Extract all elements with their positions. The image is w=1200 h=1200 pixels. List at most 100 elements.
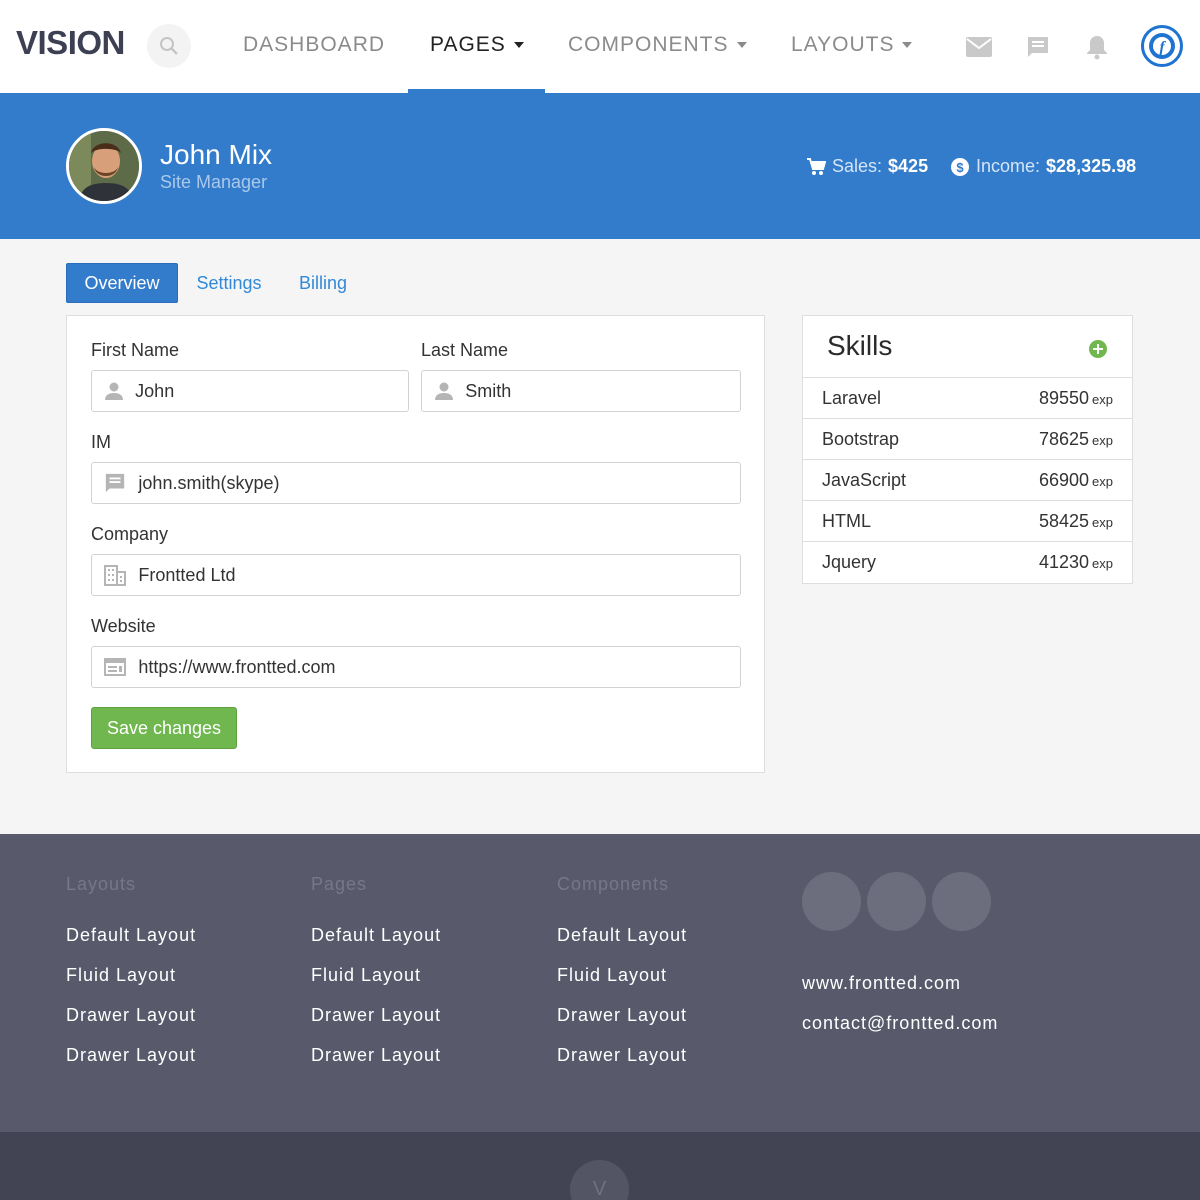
footer-link[interactable]: Drawer Layout — [557, 1005, 687, 1026]
nav-layouts[interactable]: LAYOUTS — [791, 30, 913, 60]
avatar — [66, 128, 142, 204]
skill-name: HTML — [822, 510, 871, 531]
tab-overview[interactable]: Overview — [66, 263, 178, 303]
last-name-field[interactable] — [421, 370, 741, 412]
social-button-2[interactable] — [867, 872, 926, 931]
im-label: IM — [91, 432, 111, 452]
website-field[interactable] — [91, 646, 741, 688]
footer-website-link[interactable]: www.frontted.com — [802, 973, 961, 994]
profile-name: John Mix — [160, 139, 273, 170]
chevron-down-icon — [736, 42, 747, 48]
skill-row: Jquery 41230 exp — [803, 541, 1132, 582]
income-stat: $ Income: $28,325.98 — [950, 156, 1136, 177]
nav-dashboard[interactable]: DASHBOARD — [243, 30, 385, 60]
footer-heading-layouts: Layouts — [66, 874, 137, 894]
skill-unit: exp — [1092, 391, 1113, 407]
skill-row: Bootstrap 78625 exp — [803, 418, 1132, 459]
browser-icon — [92, 658, 138, 676]
footer-link[interactable]: Drawer Layout — [557, 1045, 687, 1066]
save-button[interactable]: Save changes — [91, 707, 237, 749]
footer-link[interactable]: Default Layout — [311, 925, 441, 946]
cart-icon — [807, 157, 826, 175]
skill-name: JavaScript — [822, 469, 907, 490]
footer-link[interactable]: Fluid Layout — [66, 965, 176, 986]
search-icon — [160, 37, 178, 55]
chat-icon — [1028, 37, 1048, 57]
first-name-field[interactable] — [91, 370, 409, 412]
chat-button[interactable] — [1023, 32, 1053, 62]
footer-email-link[interactable]: contact@frontted.com — [802, 1013, 998, 1034]
company-input[interactable] — [138, 564, 740, 586]
brand-logo[interactable]: VISION — [16, 24, 125, 62]
skill-unit: exp — [1092, 514, 1113, 530]
income-label: Income: — [976, 156, 1041, 176]
company-label: Company — [91, 524, 169, 544]
person-icon — [422, 381, 465, 401]
footer-link[interactable]: Drawer Layout — [311, 1005, 441, 1026]
profile-banner: John Mix Site Manager Sales: $425 $ Inco… — [0, 93, 1200, 239]
sales-stat: Sales: $425 — [806, 156, 928, 177]
footer-heading-components: Components — [557, 874, 670, 894]
last-name-label: Last Name — [421, 340, 509, 360]
tab-settings[interactable]: Settings — [186, 263, 272, 303]
skill-unit: exp — [1092, 555, 1113, 571]
footer-link[interactable]: Fluid Layout — [311, 965, 421, 986]
first-name-input[interactable] — [135, 380, 408, 402]
chevron-down-icon — [902, 42, 913, 48]
skill-value: 58425 — [1038, 510, 1090, 531]
chevron-down-icon — [513, 42, 524, 48]
footer-link[interactable]: Drawer Layout — [66, 1045, 196, 1066]
im-input[interactable] — [138, 472, 740, 494]
svg-text:$: $ — [956, 160, 964, 175]
im-field[interactable] — [91, 462, 741, 504]
skill-name: Laravel — [822, 387, 882, 408]
footer: Layouts Default Layout Fluid Layout Draw… — [0, 834, 1200, 1132]
building-icon — [92, 564, 138, 586]
top-navbar: VISION DASHBOARD PAGES COMPONENTS LAYOUT… — [0, 0, 1200, 93]
bell-icon — [1087, 36, 1107, 60]
skill-value: 41230 — [1038, 551, 1090, 572]
footer-link[interactable]: Drawer Layout — [311, 1045, 441, 1066]
sales-value: $425 — [888, 156, 929, 176]
skill-value: 78625 — [1038, 428, 1090, 449]
nav-dashboard-label: DASHBOARD — [243, 33, 386, 56]
footer-link[interactable]: Drawer Layout — [66, 1005, 196, 1026]
nav-components-label: COMPONENTS — [568, 33, 729, 56]
footer-link[interactable]: Fluid Layout — [557, 965, 667, 986]
person-icon — [92, 381, 135, 401]
footer-logo: V — [570, 1160, 629, 1200]
company-field[interactable] — [91, 554, 741, 596]
nav-layouts-label: LAYOUTS — [791, 33, 895, 56]
footer-bottom-bar: V — [0, 1132, 1200, 1200]
income-value: $28,325.98 — [1046, 156, 1137, 176]
skill-name: Bootstrap — [822, 428, 900, 449]
social-button-3[interactable] — [932, 872, 991, 931]
footer-link[interactable]: Default Layout — [66, 925, 196, 946]
social-button-1[interactable] — [802, 872, 861, 931]
nav-components[interactable]: COMPONENTS — [568, 30, 747, 60]
profile-form: First Name Last Name IM Company Website … — [66, 315, 765, 773]
user-menu-button[interactable]: f — [1141, 25, 1183, 67]
notifications-button[interactable] — [1082, 32, 1112, 62]
last-name-input[interactable] — [465, 380, 740, 402]
skill-unit: exp — [1092, 432, 1113, 448]
website-input[interactable] — [138, 656, 740, 678]
tab-billing[interactable]: Billing — [288, 263, 358, 303]
chat-icon — [92, 472, 138, 494]
footer-heading-pages: Pages — [311, 874, 368, 894]
profile-role: Site Manager — [160, 172, 268, 192]
first-name-label: First Name — [91, 340, 180, 360]
search-button[interactable] — [147, 24, 191, 68]
mail-icon — [966, 37, 992, 57]
skill-name: Jquery — [822, 551, 877, 572]
skills-card: Skills Laravel 89550 exp Bootstrap 78625 e… — [802, 315, 1133, 584]
mail-button[interactable] — [964, 32, 994, 62]
skills-title: Skills — [827, 330, 893, 361]
nav-pages[interactable]: PAGES — [430, 30, 524, 60]
footer-link[interactable]: Default Layout — [557, 925, 687, 946]
add-skill-icon[interactable] — [1089, 340, 1107, 358]
sales-label: Sales: — [832, 156, 883, 176]
skill-value: 66900 — [1038, 469, 1090, 490]
skill-row: HTML 58425 exp — [803, 500, 1132, 541]
nav-pages-label: PAGES — [430, 33, 506, 56]
